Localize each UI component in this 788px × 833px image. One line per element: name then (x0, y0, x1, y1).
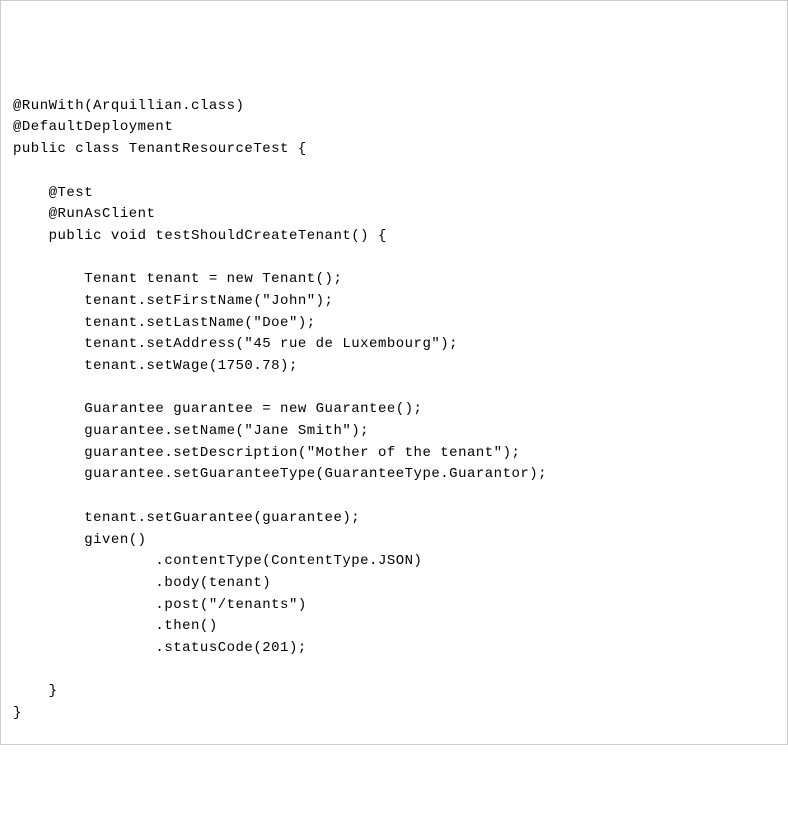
code-line: guarantee.setGuaranteeType(GuaranteeType… (13, 466, 547, 482)
code-line: @Test (13, 185, 93, 201)
code-line: tenant.setLastName("Doe"); (13, 315, 316, 331)
code-line: .contentType(ContentType.JSON) (13, 553, 422, 569)
code-line: .body(tenant) (13, 575, 271, 591)
code-block: @RunWith(Arquillian.class) @DefaultDeplo… (13, 96, 775, 725)
code-line: .post("/tenants") (13, 597, 307, 613)
code-line: tenant.setAddress("45 rue de Luxembourg"… (13, 336, 458, 352)
code-line: guarantee.setDescription("Mother of the … (13, 445, 520, 461)
code-line: given() (13, 532, 147, 548)
code-line: } (13, 705, 22, 721)
code-line: tenant.setWage(1750.78); (13, 358, 298, 374)
code-line: @RunWith(Arquillian.class) (13, 98, 244, 114)
code-line: public void testShouldCreateTenant() { (13, 228, 387, 244)
code-line: } (13, 683, 58, 699)
code-line: @DefaultDeployment (13, 119, 173, 135)
code-line: tenant.setFirstName("John"); (13, 293, 333, 309)
code-line: @RunAsClient (13, 206, 155, 222)
code-line: .statusCode(201); (13, 640, 307, 656)
code-line: tenant.setGuarantee(guarantee); (13, 510, 360, 526)
code-line: guarantee.setName("Jane Smith"); (13, 423, 369, 439)
code-line: Guarantee guarantee = new Guarantee(); (13, 401, 422, 417)
code-line: Tenant tenant = new Tenant(); (13, 271, 342, 287)
code-line: public class TenantResourceTest { (13, 141, 307, 157)
code-line: .then() (13, 618, 218, 634)
